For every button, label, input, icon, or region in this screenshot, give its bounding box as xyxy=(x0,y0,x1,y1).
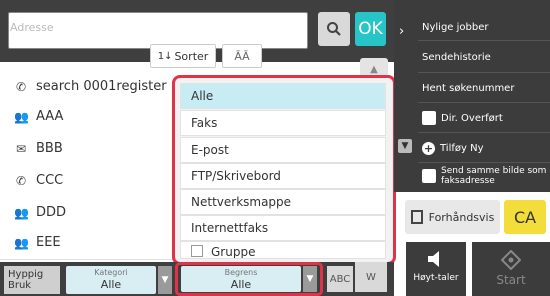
group-icon: 👥 xyxy=(14,205,29,220)
dropdown-option-gruppe[interactable]: Gruppe xyxy=(180,241,386,259)
preview-icon xyxy=(410,210,423,224)
group-icon: 👥 xyxy=(14,235,29,250)
direct-transfer-checkbox[interactable] xyxy=(422,111,436,125)
category-label: Kategori xyxy=(94,268,128,277)
preview-button[interactable]: Forhåndsvis xyxy=(405,200,500,234)
divider xyxy=(418,102,550,103)
dropdown-option-internettfaks[interactable]: Internettfaks xyxy=(180,215,386,241)
list-item-label: search 0001register xyxy=(36,79,167,94)
list-item-label: BBB xyxy=(36,141,63,156)
send-same-image-toggle[interactable]: Send samme bilde som faksadresse xyxy=(418,163,550,189)
address-placeholder: Adresse xyxy=(10,21,54,34)
direct-transfer-label: Dir. Overført xyxy=(441,112,503,124)
chevron-up-icon: ▲ xyxy=(370,63,378,75)
sort-label: Sorter xyxy=(174,49,209,63)
chevron-down-icon[interactable]: ▼ xyxy=(158,266,172,294)
chevron-right-icon[interactable]: › xyxy=(399,24,404,39)
gruppe-checkbox[interactable] xyxy=(191,245,203,257)
frequent-use-button[interactable]: Hyppig Bruk xyxy=(4,266,60,294)
ok-button[interactable]: OK xyxy=(355,12,386,46)
display-toggle-button[interactable]: ĀĀ xyxy=(222,44,262,68)
direct-transfer-toggle[interactable]: Dir. Overført xyxy=(418,106,550,130)
list-item[interactable]: 👥 EEE xyxy=(0,226,178,260)
retrieve-search-number-button[interactable]: Hent søkenummer xyxy=(418,76,550,100)
speaker-icon xyxy=(428,251,439,267)
plus-circle-icon: + xyxy=(422,141,435,155)
phone-icon: ✆ xyxy=(15,173,27,188)
list-item[interactable]: ✆ CCC xyxy=(0,164,178,198)
send-same-image-label: Send samme bilde som faksadresse xyxy=(441,166,547,186)
start-button[interactable]: Start xyxy=(472,242,550,296)
start-label: Start xyxy=(496,273,526,287)
dropdown-option-epost[interactable]: E-post xyxy=(180,137,386,163)
start-icon xyxy=(500,249,522,271)
list-item-label: AAA xyxy=(36,109,64,124)
list-item-label: EEE xyxy=(36,235,61,250)
send-history-button[interactable]: Sendehistorie xyxy=(418,45,550,69)
clear-all-button[interactable]: CA xyxy=(504,200,546,234)
abc-index-button[interactable]: ABC xyxy=(327,266,353,292)
chevron-down-icon[interactable]: ▼ xyxy=(303,266,317,292)
speaker-button[interactable]: Høyt-taler xyxy=(406,242,466,296)
list-item[interactable]: ✆ search 0001register xyxy=(0,70,178,104)
dropdown-option-faks[interactable]: Faks xyxy=(180,110,386,136)
add-new-label: Tilføy Ny xyxy=(440,142,484,154)
email-icon: ✉ xyxy=(15,141,27,156)
list-item[interactable]: ✉ BBB xyxy=(0,132,178,166)
sort-button[interactable]: 1↓ Sorter xyxy=(150,44,216,68)
display-toggle-icon: ĀĀ xyxy=(234,49,250,63)
w-index-button[interactable]: W xyxy=(355,262,387,292)
preview-label: Forhåndsvis xyxy=(428,210,495,224)
category-value: Alle xyxy=(100,278,122,291)
divider xyxy=(418,132,550,133)
narrow-select[interactable]: Begrens Alle xyxy=(181,266,301,292)
dropdown-option-ftp[interactable]: FTP/Skrivebord xyxy=(180,163,386,189)
list-item-label: CCC xyxy=(36,173,64,188)
dropdown-option-label: Gruppe xyxy=(211,245,256,259)
group-icon: 👥 xyxy=(14,109,29,124)
chevron-down-icon[interactable]: ▼ xyxy=(398,139,412,153)
divider xyxy=(418,40,550,41)
narrow-label: Begrens xyxy=(224,268,258,277)
search-button[interactable] xyxy=(318,12,350,46)
phone-icon: ✆ xyxy=(15,79,27,94)
dropdown-option-nettverksmappe[interactable]: Nettverksmappe xyxy=(180,189,386,215)
list-item[interactable]: 👥 AAA xyxy=(0,100,178,134)
sort-icon: 1↓ xyxy=(157,50,173,62)
list-item-label: DDD xyxy=(36,205,67,220)
recent-jobs-button[interactable]: Nylige jobber xyxy=(418,15,550,39)
category-select[interactable]: Kategori Alle xyxy=(66,266,156,294)
speaker-label: Høyt-taler xyxy=(413,273,459,283)
dropdown-option-alle[interactable]: Alle xyxy=(180,83,386,109)
send-same-image-checkbox[interactable] xyxy=(422,169,436,183)
list-item[interactable]: 👥 DDD xyxy=(0,196,178,230)
divider xyxy=(418,72,550,73)
add-new-button[interactable]: + Tilføy Ny xyxy=(418,136,550,160)
search-icon xyxy=(327,22,341,36)
narrow-value: Alle xyxy=(230,278,252,291)
